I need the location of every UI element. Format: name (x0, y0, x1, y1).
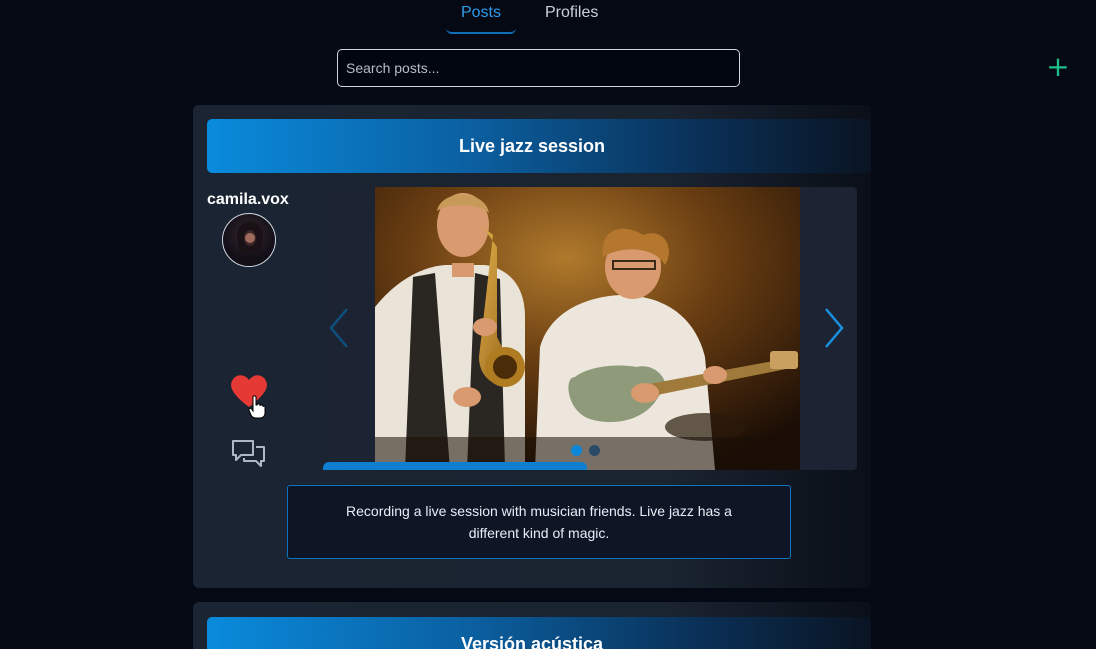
hand-cursor-icon (248, 395, 266, 419)
post-photo (375, 187, 800, 470)
tab-profiles[interactable]: Profiles (545, 0, 598, 34)
carousel-dot[interactable] (589, 445, 600, 456)
post-title: Live jazz session (207, 119, 871, 173)
post-caption: Recording a live session with musician f… (287, 485, 791, 559)
search-input[interactable] (337, 49, 740, 87)
feed-tabs: Posts Profiles (446, 0, 598, 34)
avatar[interactable] (222, 213, 276, 267)
tab-posts[interactable]: Posts (446, 0, 516, 34)
post-card: Versión acústica (193, 602, 871, 649)
previous-media-button[interactable] (325, 306, 353, 350)
post-card: Live jazz session camila.vox Recording a… (193, 105, 871, 588)
carousel-dot[interactable] (571, 445, 582, 456)
post-username[interactable]: camila.vox (207, 191, 289, 209)
next-media-button[interactable] (820, 306, 848, 350)
carousel-dots (571, 445, 600, 456)
plus-icon: + (1046, 50, 1070, 83)
media-carousel[interactable] (328, 187, 857, 470)
media-tab-indicator (323, 462, 587, 470)
feed-page: Posts Profiles + Live jazz session camil… (0, 0, 1096, 649)
comment-icon[interactable] (231, 438, 267, 470)
post-title: Versión acústica (207, 617, 871, 649)
add-post-button[interactable]: + (1046, 53, 1070, 81)
